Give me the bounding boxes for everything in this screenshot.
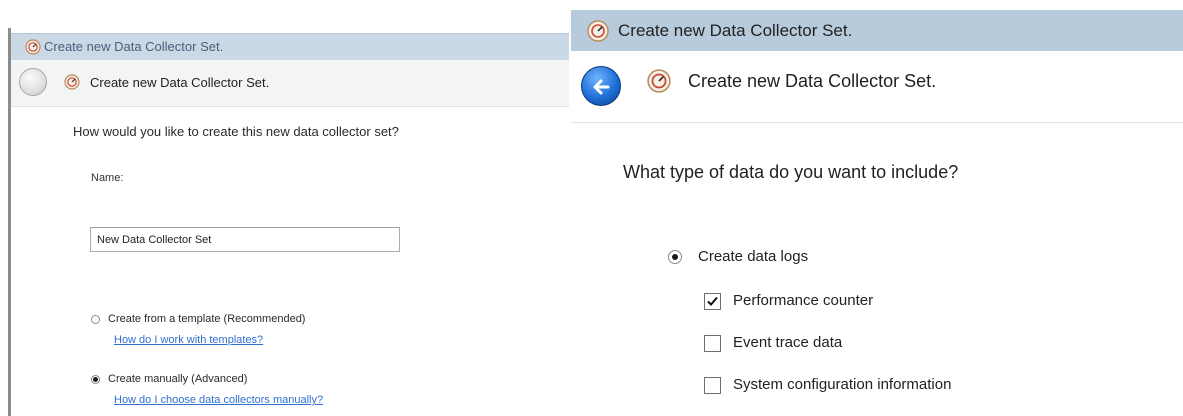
window-titlebar: Create new Data Collector Set. [11,33,569,61]
template-radio[interactable] [91,315,100,324]
perfmon-app-icon [25,39,41,60]
wizard-header-title: Create new Data Collector Set. [90,75,270,90]
template-radio-label: Create from a template (Recommended) [108,313,306,325]
system-config-label: System configuration information [733,376,952,393]
wizard-header: Create new Data Collector Set. [571,51,1183,123]
create-data-logs-label: Create data logs [698,248,809,265]
checkmark-icon [707,296,718,306]
perfmon-app-icon [587,20,609,47]
name-label: Name: [91,172,124,184]
name-input[interactable] [90,227,400,252]
right-wizard-window: Create new Data Collector Set. Create ne… [571,0,1183,416]
manual-radio[interactable] [91,375,100,384]
perfmon-app-icon [647,69,671,98]
back-button[interactable] [19,68,47,96]
wizard-header: Create new Data Collector Set. [11,60,569,107]
manual-help-link[interactable]: How do I choose data collectors manually… [114,394,323,406]
wizard-content: How would you like to create this new da… [11,107,569,416]
window-titlebar: Create new Data Collector Set. [571,10,1183,51]
manual-radio-label: Create manually (Advanced) [108,373,248,385]
event-trace-checkbox[interactable] [704,335,721,352]
wizard-header-title: Create new Data Collector Set. [688,71,937,91]
event-trace-label: Event trace data [733,334,843,351]
system-config-checkbox[interactable] [704,377,721,394]
left-wizard-window: Create new Data Collector Set. Create ne… [0,0,569,416]
back-button[interactable] [581,66,621,106]
window-title: Create new Data Collector Set. [618,21,853,40]
arrow-left-icon [593,79,610,95]
wizard-question: What type of data do you want to include… [623,162,959,182]
perfmon-app-icon [64,74,80,95]
performance-counter-label: Performance counter [733,292,874,309]
window-title: Create new Data Collector Set. [44,39,224,54]
templates-help-link[interactable]: How do I work with templates? [114,334,263,346]
wizard-question: How would you like to create this new da… [73,124,399,139]
create-data-logs-radio[interactable] [668,250,682,264]
performance-counter-checkbox[interactable] [704,293,721,310]
